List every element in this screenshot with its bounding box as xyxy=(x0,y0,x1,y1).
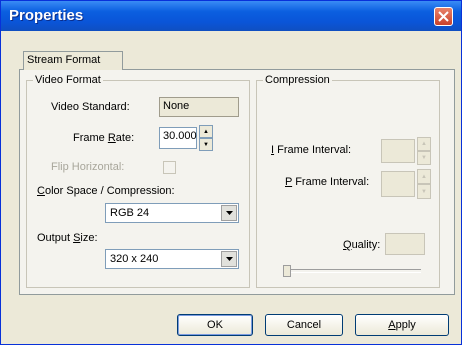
i-frame-interval-input[interactable] xyxy=(381,139,415,163)
video-format-group: Video Format Video Standard: None Frame … xyxy=(26,74,250,288)
frame-rate-spinner[interactable]: ▲ ▼ xyxy=(199,125,213,151)
output-size-value: 320 x 240 xyxy=(110,253,159,265)
frame-rate-value: 30.000 xyxy=(163,130,197,142)
frame-rate-label: Frame Rate: xyxy=(73,132,135,144)
tab-label: Stream Format xyxy=(27,54,101,66)
title-bar[interactable]: Properties xyxy=(1,1,461,31)
ok-label: OK xyxy=(207,319,223,331)
output-size-label: Output Size: xyxy=(37,232,98,244)
quality-label: Quality: xyxy=(343,239,381,251)
flip-horizontal-checkbox[interactable] xyxy=(163,161,176,174)
spin-up-icon[interactable]: ▲ xyxy=(199,125,213,138)
output-size-select[interactable]: 320 x 240 xyxy=(105,249,239,269)
p-frame-interval-input[interactable] xyxy=(381,171,415,197)
ok-button[interactable]: OK xyxy=(177,314,253,336)
video-standard-label: Video Standard: xyxy=(51,101,130,113)
close-button[interactable] xyxy=(434,7,453,26)
compression-legend: Compression xyxy=(263,74,332,86)
video-format-legend: Video Format xyxy=(33,74,103,86)
video-standard-field: None xyxy=(159,97,239,117)
quality-slider-track[interactable] xyxy=(285,269,421,273)
chevron-down-icon[interactable] xyxy=(221,251,237,267)
apply-button[interactable]: Apply xyxy=(355,314,449,336)
quality-slider-thumb[interactable] xyxy=(283,265,291,277)
video-standard-value: None xyxy=(163,100,190,112)
spin-up-icon[interactable]: ▲ xyxy=(417,137,431,151)
frame-rate-input[interactable]: 30.000 xyxy=(159,127,197,149)
chevron-down-icon[interactable] xyxy=(221,205,237,221)
p-frame-interval-spinner[interactable]: ▲ ▼ xyxy=(417,169,431,199)
i-frame-interval-label: I Frame Interval: xyxy=(271,144,352,156)
cancel-label: Cancel xyxy=(286,319,322,331)
color-space-label: Color Space / Compression: xyxy=(37,185,175,197)
properties-window: Properties Stream Format Video Format Vi… xyxy=(0,0,462,345)
apply-label: Apply xyxy=(388,319,416,331)
color-space-select[interactable]: RGB 24 xyxy=(105,203,239,223)
i-frame-interval-spinner[interactable]: ▲ ▼ xyxy=(417,137,431,165)
spin-down-icon[interactable]: ▼ xyxy=(417,184,431,199)
tab-stream-format[interactable]: Stream Format xyxy=(23,51,123,70)
cancel-button[interactable]: Cancel xyxy=(265,314,343,336)
quality-field xyxy=(385,233,425,255)
spin-down-icon[interactable]: ▼ xyxy=(199,138,213,151)
compression-group: Compression I Frame Interval: ▲ ▼ P Fram… xyxy=(256,74,440,288)
color-space-value: RGB 24 xyxy=(110,207,150,219)
flip-horizontal-label: Flip Horizontal: xyxy=(51,161,125,173)
tab-panel: Video Format Video Standard: None Frame … xyxy=(19,69,455,295)
p-frame-interval-label: P Frame Interval: xyxy=(285,176,370,188)
close-icon xyxy=(438,11,449,22)
window-title: Properties xyxy=(9,7,84,24)
spin-up-icon[interactable]: ▲ xyxy=(417,169,431,184)
spin-down-icon[interactable]: ▼ xyxy=(417,151,431,165)
